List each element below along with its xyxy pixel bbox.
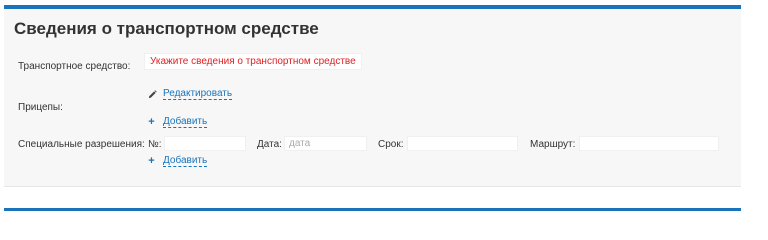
permit-date-input[interactable]: [284, 136, 367, 151]
add-permit-label: Добавить: [163, 155, 208, 167]
permit-term-input[interactable]: [407, 136, 518, 151]
section-title: Сведения о транспортном средстве: [14, 19, 319, 38]
add-trailer-label: Добавить: [163, 116, 208, 128]
permit-number-input[interactable]: [164, 136, 246, 151]
plus-icon: +: [148, 116, 155, 128]
permit-number-label: №:: [148, 139, 162, 150]
permit-date-label: Дата:: [257, 139, 282, 150]
pencil-icon: [148, 89, 157, 98]
plus-icon: +: [148, 155, 155, 167]
add-trailer-link[interactable]: + Добавить: [147, 116, 208, 128]
trailers-label: Прицепы:: [18, 102, 63, 113]
permit-route-label: Маршрут:: [530, 139, 576, 150]
permits-label: Специальные разрешения:: [18, 139, 145, 150]
vehicle-label: Транспортное средство:: [18, 61, 131, 72]
permit-term-label: Срок:: [378, 139, 404, 150]
permit-route-input[interactable]: [579, 136, 719, 151]
edit-trailers-label: Редактировать: [163, 88, 233, 100]
add-permit-link[interactable]: + Добавить: [147, 155, 208, 167]
vehicle-error-message[interactable]: Укажите сведения о транспортном средстве: [144, 53, 362, 70]
next-section-top-border: [4, 208, 741, 211]
edit-trailers-link[interactable]: Редактировать: [148, 88, 233, 100]
vehicle-error-text: Укажите сведения о транспортном средстве: [150, 56, 356, 67]
